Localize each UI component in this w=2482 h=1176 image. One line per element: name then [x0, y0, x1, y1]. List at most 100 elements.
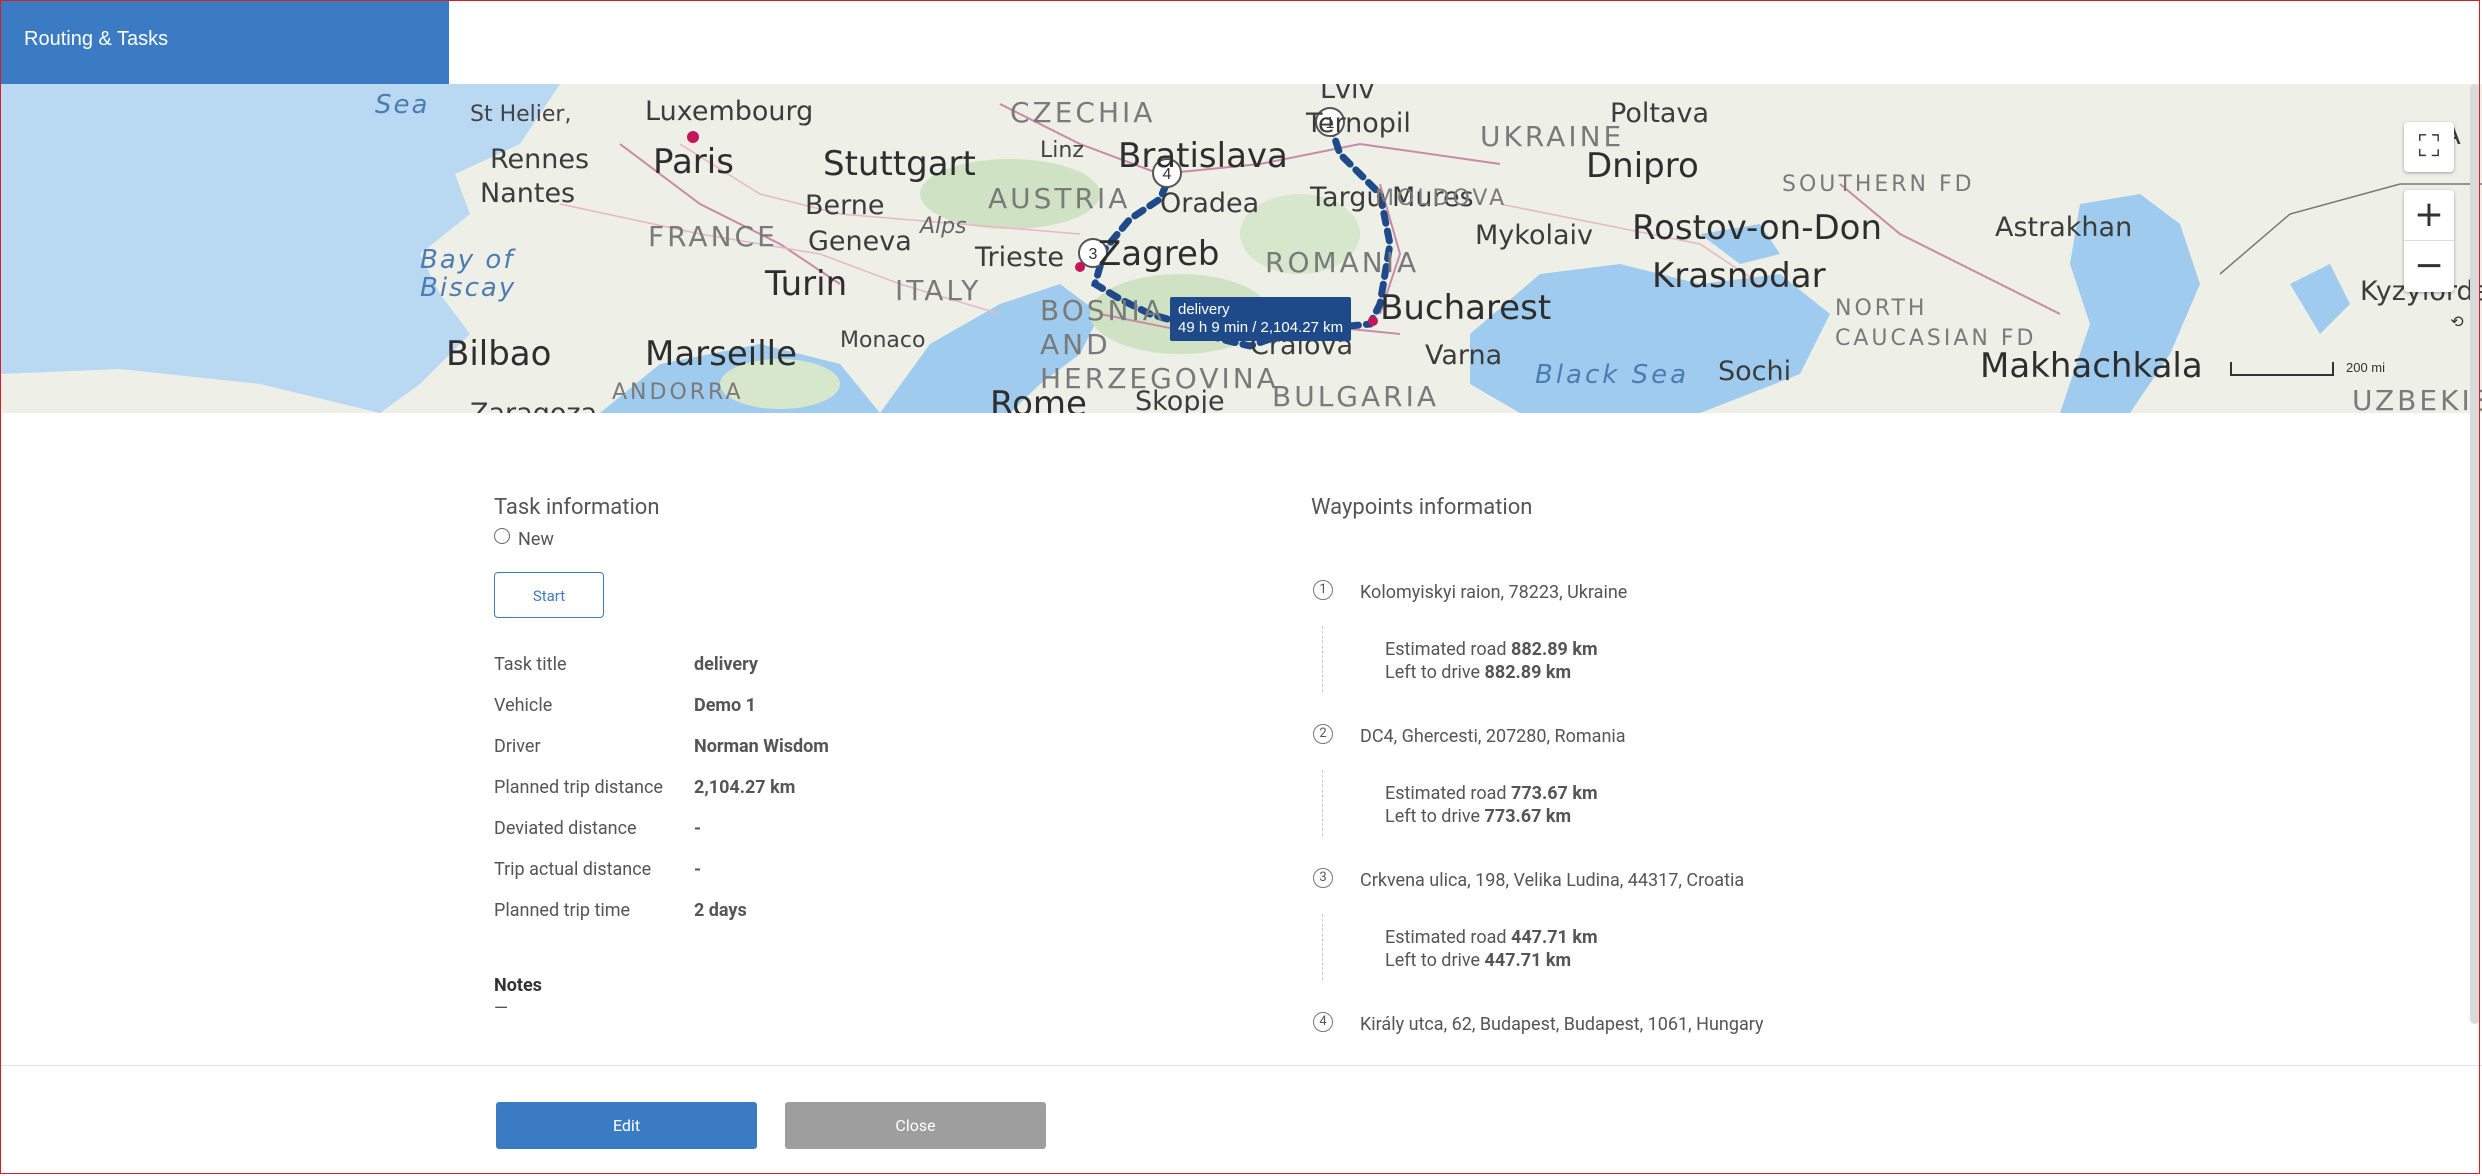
zoom-in-button[interactable]: + — [2404, 190, 2454, 240]
map-label-black-sea: Black Sea — [1535, 360, 1690, 390]
top-bar: Routing & Tasks — [0, 0, 2482, 85]
estimated-road-label: Estimated road — [1385, 927, 1507, 948]
map-label-sea: Sea — [375, 90, 430, 120]
left-to-drive-label: Left to drive — [1385, 662, 1481, 683]
map-label-luxembourg: Luxembourg — [645, 96, 814, 127]
map-label-rostov: Rostov-on-Don — [1632, 208, 1883, 248]
status-radio[interactable] — [494, 528, 510, 544]
fullscreen-button[interactable]: ⛶ — [2404, 122, 2454, 172]
map-label-makhachkala: Makhachkala — [1980, 346, 2203, 386]
map-label-linz: Linz — [1040, 138, 1084, 163]
estimated-road-value: 773.67 km — [1511, 783, 1598, 804]
map-label-monaco: Monaco — [840, 328, 926, 353]
info-value: 2,104.27 km — [694, 777, 796, 798]
map-label-north-caucasian: NORTH CAUCASIAN FD — [1835, 296, 2037, 351]
map-label-romania: ROMANIA — [1265, 246, 1420, 279]
map-label-southern-fd: SOUTHERN FD — [1782, 172, 1975, 197]
waypoint-connector — [1322, 914, 1323, 980]
waypoint-address: DC4, Ghercesti, 207280, Romania — [1360, 726, 1626, 747]
map-label-poltava: Poltava — [1610, 98, 1709, 129]
app-title: Routing & Tasks — [24, 28, 169, 50]
map-label-krasnodar: Krasnodar — [1652, 256, 1826, 296]
waypoints-heading: Waypoints information — [1311, 495, 1533, 520]
route-map[interactable]: 1 4 3 Sea St Helier, Luxembourg CZECHIA … — [0, 84, 2482, 413]
estimated-road-label: Estimated road — [1385, 639, 1507, 660]
map-label-rennes: Rennes — [490, 144, 590, 175]
map-label-trieste: Trieste — [975, 242, 1065, 273]
map-label-dnipro: Dnipro — [1586, 146, 1699, 186]
left-to-drive-label: Left to drive — [1385, 806, 1481, 827]
map-label-rome: Rome — [990, 384, 1087, 413]
map-label-nantes: Nantes — [480, 178, 576, 209]
map-label-mykolaiv: Mykolaiv — [1475, 220, 1593, 251]
waypoint-number: 3 — [1313, 868, 1333, 888]
route-tooltip-detail: 49 h 9 min / 2,104.27 km — [1178, 319, 1344, 336]
task-info-heading: Task information — [494, 495, 660, 520]
notes-value: — — [494, 998, 509, 1019]
left-to-drive-label: Left to drive — [1385, 950, 1481, 971]
map-label-bratislava: Bratislava — [1118, 136, 1288, 176]
map-label-berne: Berne — [805, 190, 885, 221]
info-value: - — [694, 818, 702, 839]
zoom-controls: + − — [2404, 190, 2454, 292]
map-label-bay-of-biscay: Bay of Biscay — [420, 245, 517, 303]
info-key: Trip actual distance — [494, 859, 652, 880]
map-scale-bar — [2230, 362, 2334, 376]
waypoint-number: 2 — [1313, 724, 1333, 744]
map-label-italy: ITALY — [895, 274, 982, 307]
map-label-lviv: Lviv — [1320, 84, 1375, 105]
waypoint-number: 1 — [1313, 580, 1333, 600]
map-label-andorra: ANDORRA — [612, 380, 744, 405]
info-key: Vehicle — [494, 695, 553, 716]
close-button[interactable]: Close — [785, 1102, 1046, 1149]
map-scale-label: 200 mi — [2346, 360, 2386, 375]
map-label-turin: Turin — [765, 264, 848, 304]
info-value: 2 days — [694, 900, 747, 921]
map-label-austria: AUSTRIA — [988, 182, 1131, 215]
map-label-stuttgart: Stuttgart — [823, 144, 976, 184]
scrollbar[interactable] — [2470, 84, 2480, 1024]
waypoint-address: Crkvena ulica, 198, Velika Ludina, 44317… — [1360, 870, 1745, 891]
map-label-geneva: Geneva — [808, 226, 912, 257]
info-value: delivery — [694, 654, 758, 675]
status-label: New — [518, 529, 554, 550]
estimated-road-label: Estimated road — [1385, 783, 1507, 804]
zoom-out-button[interactable]: − — [2404, 241, 2454, 291]
map-label-bucharest: Bucharest — [1380, 288, 1552, 328]
info-key: Deviated distance — [494, 818, 637, 839]
map-label-france: FRANCE — [648, 220, 778, 253]
reset-view-icon[interactable]: ⟲ — [2448, 312, 2466, 331]
waypoint-connector — [1322, 626, 1323, 692]
info-key: Planned trip distance — [494, 777, 663, 798]
edit-button[interactable]: Edit — [496, 1102, 757, 1149]
fullscreen-icon: ⛶ — [2418, 129, 2440, 164]
map-label-oradea: Oradea — [1160, 188, 1260, 219]
route-tooltip: delivery 49 h 9 min / 2,104.27 km — [1170, 297, 1352, 341]
map-label-ternopil: Ternopil — [1306, 108, 1411, 139]
estimated-road-value: 882.89 km — [1511, 639, 1598, 660]
start-button[interactable]: Start — [494, 572, 604, 618]
info-key: Planned trip time — [494, 900, 631, 921]
estimated-road-value: 447.71 km — [1511, 927, 1598, 948]
map-label-sochi: Sochi — [1718, 356, 1792, 387]
map-label-alps: Alps — [920, 214, 967, 239]
map-label-astrakhan: Astrakhan — [1995, 212, 2133, 243]
waypoint-address: Király utca, 62, Budapest, Budapest, 106… — [1360, 1014, 1764, 1035]
info-value: Demo 1 — [694, 695, 756, 716]
info-value: Norman Wisdom — [694, 736, 829, 757]
map-label-bilbao: Bilbao — [446, 334, 552, 374]
left-to-drive-value: 773.67 km — [1484, 806, 1572, 827]
info-key: Driver — [494, 736, 541, 757]
left-to-drive-value: 882.89 km — [1484, 662, 1572, 683]
notes-heading: Notes — [494, 975, 542, 996]
svg-text:3: 3 — [1089, 246, 1098, 263]
waypoint-details: Estimated road 882.89 km Left to drive 8… — [1385, 638, 1598, 684]
info-value: - — [694, 859, 702, 880]
waypoint-number: 4 — [1313, 1012, 1333, 1032]
map-label-marseille: Marseille — [645, 334, 798, 374]
map-label-uzbekistan: UZBEKISTAN — [2352, 384, 2482, 413]
info-key: Task title — [494, 654, 567, 675]
waypoint-address: Kolomyiskyi raion, 78223, Ukraine — [1360, 582, 1628, 603]
route-tooltip-title: delivery — [1178, 301, 1230, 318]
map-label-varna: Varna — [1425, 340, 1503, 371]
